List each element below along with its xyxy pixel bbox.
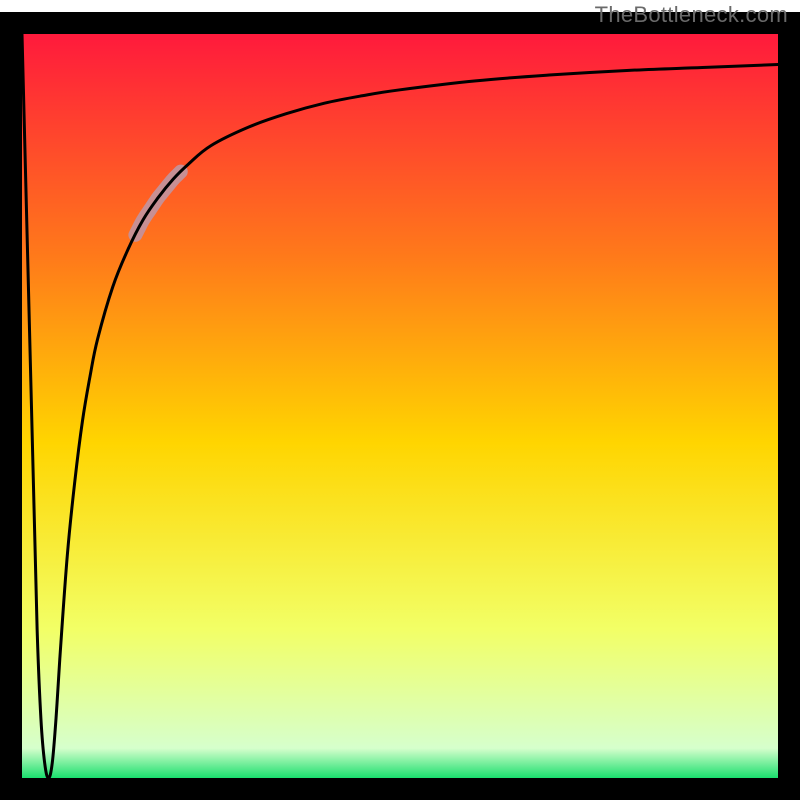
chart-background (22, 34, 778, 778)
chart-container: TheBottleneck.com (0, 0, 800, 800)
attribution-label: TheBottleneck.com (595, 2, 788, 28)
bottleneck-chart (0, 0, 800, 800)
